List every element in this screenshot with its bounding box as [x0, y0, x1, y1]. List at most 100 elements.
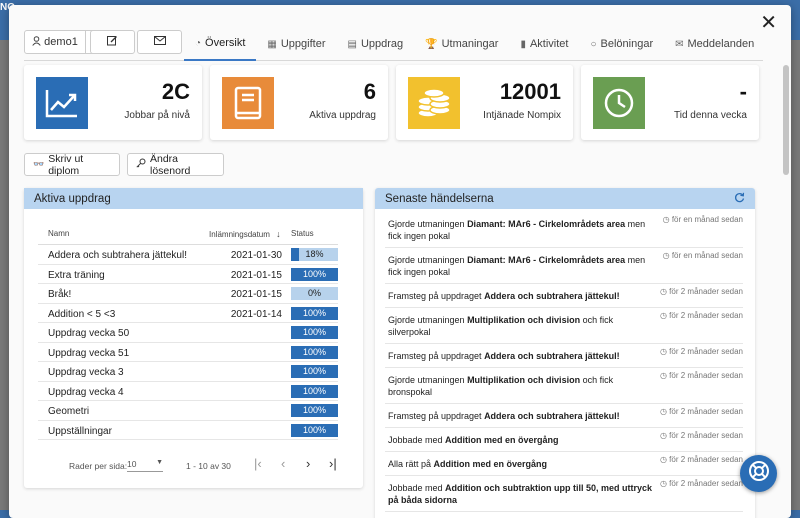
tab-label: Meddelanden	[687, 38, 755, 50]
event-prefix: Framsteg på uppdraget	[388, 291, 485, 301]
stat-card-2: 12001 Intjänade Nompix	[396, 65, 573, 140]
gauge-icon: ◔	[195, 37, 202, 49]
previous-page-button[interactable]: ‹	[281, 456, 285, 471]
stat-value: -	[739, 79, 747, 104]
mission-date: 2021-01-14	[230, 308, 282, 320]
modal-scrollbar[interactable]	[783, 65, 789, 175]
help-button[interactable]	[740, 455, 777, 492]
bar-chart-icon: ▮	[520, 38, 526, 50]
progress-bar: 18%	[291, 248, 338, 261]
tab-0[interactable]: ◔ Översikt	[184, 27, 257, 61]
event-time-text: för 2 månader sedan	[669, 371, 743, 380]
tab-label: Översikt	[205, 37, 246, 49]
event-text: Jobbade med Addition och subtraktion upp…	[388, 482, 658, 506]
change-password-button[interactable]: Ändra lösenord	[127, 153, 224, 177]
print-diploma-button[interactable]: 👓 Skriv ut diplom	[24, 152, 120, 177]
event-subject: Addera och subtrahera jättekul!	[484, 351, 620, 361]
event-text: Gjorde utmaningen Multiplikation och div…	[388, 314, 658, 338]
clock-icon: ◷	[659, 311, 670, 320]
tab-4[interactable]: ▮ Aktivitet	[509, 27, 579, 61]
event-item: Jobbade med Addition och subtraktion upp…	[385, 476, 743, 512]
progress-text: 100%	[302, 424, 327, 435]
rows-per-page-select[interactable]: 10 ▼	[127, 459, 163, 472]
progress-text: 100%	[302, 327, 327, 337]
table-row[interactable]: Addition < 5 <3 2021-01-14 100%	[38, 304, 338, 323]
stat-card-0: 2C Jobbar på nivå	[24, 65, 202, 140]
clock-icon: ◷	[659, 455, 670, 464]
event-time: ◷ för 2 månader sedan	[660, 371, 743, 380]
clock-icon: ◷	[659, 371, 670, 380]
progress-bar: 100%	[291, 384, 338, 398]
event-text: Gjorde utmaningen Diamant: MAr6 - Cirkel…	[388, 218, 658, 242]
event-item: Gjorde utmaningen Multiplikation och div…	[385, 368, 743, 404]
event-time: ◷ för 2 månader sedan	[660, 287, 743, 296]
progress-bar: 0%	[291, 287, 338, 300]
trophy-icon: 🏆	[425, 38, 438, 50]
mission-name: Uppställningar	[48, 425, 112, 437]
table-row[interactable]: Uppställningar 100%	[38, 421, 338, 440]
table-row[interactable]: Uppdrag vecka 3 100%	[38, 362, 338, 382]
event-time: ◷ för 2 månader sedan	[660, 455, 743, 464]
progress-bar: 100%	[291, 404, 338, 417]
progress-bar: 100%	[291, 345, 338, 359]
tab-6[interactable]: ✉ Meddelanden	[664, 27, 765, 61]
clock-icon: ◷	[659, 287, 670, 296]
event-text: Alla rätt på Addition med en övergång	[388, 458, 658, 470]
circle-icon: ○	[590, 38, 597, 50]
tab-2[interactable]: ▤ Uppdrag	[336, 27, 414, 61]
mission-name: Uppdrag vecka 3	[48, 367, 124, 378]
trend-chart-icon	[36, 77, 88, 129]
edit-button[interactable]	[90, 30, 135, 54]
event-subject: Multiplikation och division	[467, 375, 581, 385]
last-page-button[interactable]: ›|	[329, 456, 337, 471]
clock-icon	[593, 77, 645, 129]
stat-card-1: 6 Aktiva uppdrag	[210, 65, 388, 140]
table-row[interactable]: Uppdrag vecka 51 100%	[38, 343, 338, 362]
tab-label: Utmaningar	[441, 38, 499, 50]
mission-name: Addera och subtrahera jättekul!	[48, 250, 187, 261]
tab-3[interactable]: 🏆 Utmaningar	[414, 27, 509, 61]
event-item: Jobbade med Addition med en övergång ◷ fö…	[385, 428, 743, 452]
event-item: Framsteg på uppdraget Addera och subtrah…	[385, 344, 743, 368]
event-item: Gjorde utmaningen Diamant: MAr6 - Cirkel…	[385, 248, 743, 284]
column-header-date[interactable]: Inlämningsdatum ↓	[209, 229, 281, 239]
active-missions-panel: Aktiva uppdrag Namn Inlämningsdatum ↓ St…	[24, 188, 363, 488]
table-row[interactable]: Geometri 100%	[38, 401, 338, 421]
table-row[interactable]: Uppdrag vecka 4 100%	[38, 382, 338, 401]
event-prefix: Gjorde utmaningen	[388, 315, 468, 325]
event-time-text: för 2 månader sedan	[669, 455, 743, 464]
clock-icon: ◷	[659, 479, 670, 488]
table-row[interactable]: Uppdrag vecka 50 100%	[38, 323, 338, 343]
event-item: Gjorde utmaningen Multiplikation och div…	[385, 308, 743, 344]
progress-text: 100%	[302, 366, 327, 376]
progress-text: 18%	[305, 249, 324, 259]
first-page-button[interactable]: |‹	[254, 456, 262, 471]
table-row[interactable]: Bråk! 2021-01-15 0%	[38, 284, 338, 304]
mission-name: Uppdrag vecka 50	[48, 328, 130, 339]
event-subject: Diamant: MAr6 - Cirkelområdets area	[467, 219, 626, 229]
rows-per-page-value: 10	[127, 459, 137, 469]
tab-5[interactable]: ○ Belöningar	[579, 27, 664, 61]
user-select-button[interactable]: demo1	[24, 30, 86, 54]
book-icon	[222, 77, 274, 129]
stat-label: Aktiva uppdrag	[309, 110, 376, 121]
table-row[interactable]: Addera och subtrahera jättekul! 2021-01-3…	[38, 245, 338, 265]
envelope-icon: ✉	[675, 38, 684, 50]
student-overview-modal: ✕ demo1 ▼ ◔Översikt▦Uppgifter▤Uppdrag🏆Ut…	[9, 5, 791, 518]
progress-bar: 100%	[291, 306, 338, 320]
table-row[interactable]: Extra träning 2021-01-15 100%	[38, 265, 338, 284]
refresh-icon[interactable]	[734, 192, 745, 206]
print-diploma-label: Skriv ut diplom	[48, 152, 84, 177]
message-button[interactable]	[137, 30, 182, 54]
event-time-text: för en månad sedan	[671, 251, 743, 260]
column-header-name[interactable]: Namn	[48, 229, 69, 238]
event-text: Gjorde utmaningen Diamant: MAr6 - Cirkel…	[388, 254, 658, 278]
next-page-button[interactable]: ›	[306, 456, 310, 471]
event-subject: Multiplikation och division	[467, 315, 581, 325]
tab-label: Uppgifter	[280, 38, 326, 50]
column-header-status[interactable]: Status	[291, 229, 314, 238]
tab-1[interactable]: ▦ Uppgifter	[256, 27, 336, 61]
event-time: ◷ för 2 månader sedan	[660, 311, 743, 320]
event-prefix: Gjorde utmaningen	[388, 255, 468, 265]
progress-text: 100%	[302, 346, 327, 357]
